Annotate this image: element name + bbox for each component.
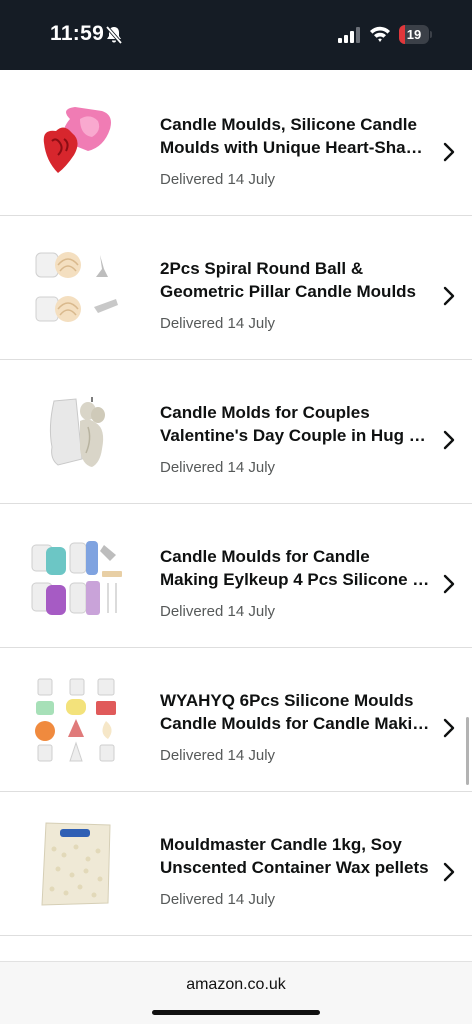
order-title[interactable]: Candle Moulds, Silicone Candle Moulds wi… — [160, 113, 430, 159]
order-title-line-1: WYAHYQ 6Pcs Silicone Moulds — [160, 691, 414, 710]
delivery-status: Delivered 14 July — [160, 891, 276, 908]
chevron-right-icon[interactable] — [442, 862, 456, 882]
order-item[interactable]: Candle Molds for Couples Valentine's Day… — [0, 360, 472, 504]
order-title[interactable]: WYAHYQ 6Pcs Silicone Moulds Candle Mould… — [160, 689, 430, 735]
delivery-status: Delivered 14 July — [160, 603, 276, 620]
order-title[interactable]: Candle Molds for Couples Valentine's Day… — [160, 401, 430, 447]
order-list: Candle Moulds, Silicone Candle Moulds wi… — [0, 72, 472, 936]
wax-bag-thumbnail — [41, 822, 111, 906]
order-title-line-1: Mouldmaster Candle 1kg, Soy — [160, 835, 402, 854]
chevron-right-icon[interactable] — [442, 574, 456, 594]
order-title-line-1: Candle Moulds for Candle — [160, 547, 370, 566]
couple-mould-thumbnail — [49, 397, 105, 467]
chevron-right-icon[interactable] — [442, 430, 456, 450]
delivery-status: Delivered 14 July — [160, 747, 276, 764]
order-title-line-2: Valentine's Day Couple in Hug Mould — [160, 426, 430, 445]
order-item[interactable]: Candle Moulds for Candle Making Eylkeup … — [0, 504, 472, 648]
bubble-moulds-thumbnail — [31, 541, 122, 615]
browser-address-bar[interactable]: amazon.co.uk — [0, 961, 472, 1024]
delivery-status: Delivered 14 July — [160, 459, 276, 476]
bell-off-icon — [105, 25, 123, 45]
order-title[interactable]: Mouldmaster Candle 1kg, Soy Unscented Co… — [160, 833, 430, 879]
order-title[interactable]: 2Pcs Spiral Round Ball & Geometric Pilla… — [160, 257, 430, 303]
order-title-line-1: Candle Moulds, Silicone Candle — [160, 115, 417, 134]
order-title-line-2: Moulds with Unique Heart-Shaped Design — [160, 138, 430, 157]
order-title-line-1: 2Pcs Spiral Round Ball & — [160, 259, 364, 278]
delivery-status: Delivered 14 July — [160, 315, 276, 332]
order-title-line-2: Making Eylkeup 4 Pcs Silicone Moulds — [160, 570, 430, 589]
status-bar: 11:59 19 — [0, 0, 472, 70]
scrollbar[interactable] — [466, 717, 469, 785]
delivery-status: Delivered 14 July — [160, 171, 276, 188]
order-title[interactable]: Candle Moulds for Candle Making Eylkeup … — [160, 545, 430, 591]
order-item[interactable]: WYAHYQ 6Pcs Silicone Moulds Candle Mould… — [0, 648, 472, 792]
heart-mould-thumbnail — [43, 107, 111, 173]
order-title-line-1: Candle Molds for Couples — [160, 403, 370, 422]
order-item[interactable]: 2Pcs Spiral Round Ball & Geometric Pilla… — [0, 216, 472, 360]
spiral-ball-mould-thumbnail — [35, 252, 118, 322]
order-item[interactable]: Mouldmaster Candle 1kg, Soy Unscented Co… — [0, 792, 472, 936]
home-indicator[interactable] — [152, 1010, 320, 1015]
order-title-line-2: Geometric Pillar Candle Moulds — [160, 282, 417, 301]
order-title-line-2: Candle Moulds for Candle Making — [160, 714, 430, 733]
battery-icon: 19 — [399, 25, 432, 45]
order-title-line-2: Unscented Container Wax pellets — [160, 858, 429, 877]
chevron-right-icon[interactable] — [442, 142, 456, 162]
battery-level: 19 — [406, 27, 422, 42]
order-item[interactable]: Candle Moulds, Silicone Candle Moulds wi… — [0, 72, 472, 216]
chevron-right-icon[interactable] — [442, 718, 456, 738]
six-moulds-thumbnail — [35, 678, 116, 762]
wifi-icon — [370, 26, 390, 42]
chevron-right-icon[interactable] — [442, 286, 456, 306]
url-text[interactable]: amazon.co.uk — [0, 976, 472, 994]
cellular-signal-icon — [338, 27, 360, 43]
status-time: 11:59 — [50, 22, 105, 45]
